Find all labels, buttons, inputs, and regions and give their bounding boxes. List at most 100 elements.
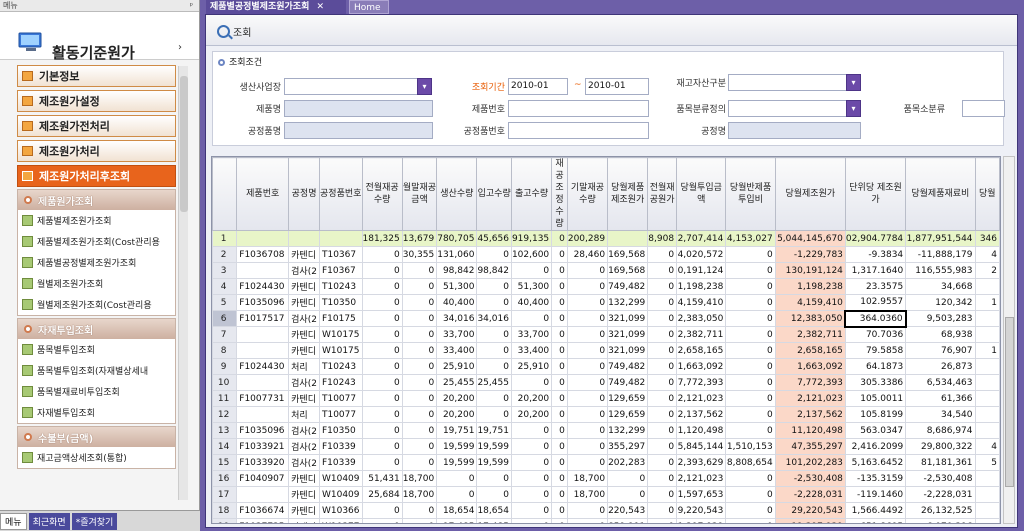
- sidebar-group-header[interactable]: 제품원가조회: [18, 190, 175, 210]
- table-cell[interactable]: 18,700: [566, 470, 609, 487]
- table-cell[interactable]: 처리: [288, 358, 320, 375]
- table-cell[interactable]: 321,099: [607, 310, 649, 327]
- table-cell[interactable]: 0: [551, 310, 568, 327]
- table-cell[interactable]: 0: [725, 342, 776, 359]
- table-cell[interactable]: 20,200: [510, 406, 553, 423]
- table-cell[interactable]: 0: [401, 374, 438, 391]
- table-cell[interactable]: 4,159,410: [774, 294, 846, 311]
- table-cell[interactable]: 1,663,092: [774, 358, 846, 375]
- column-header[interactable]: 당월투입금액: [676, 157, 727, 231]
- table-cell[interactable]: 132,299: [607, 422, 649, 439]
- table-cell[interactable]: 5: [974, 454, 1000, 471]
- row-number[interactable]: 4: [212, 278, 238, 295]
- table-cell[interactable]: 0: [647, 438, 678, 455]
- column-header[interactable]: 전월재공원가: [647, 157, 678, 231]
- table-row[interactable]: 16 F1040907 카텐디 W10409 51,431 18,700 0 0 0 0 18,70…: [212, 470, 1000, 487]
- table-cell[interactable]: 6,534,463: [905, 374, 976, 391]
- table-cell[interactable]: 0: [647, 262, 678, 279]
- table-cell[interactable]: 0: [725, 406, 776, 423]
- table-cell[interactable]: F1017517: [236, 310, 290, 327]
- table-cell[interactable]: 0: [647, 518, 678, 523]
- table-cell[interactable]: F10339: [318, 438, 363, 455]
- row-number[interactable]: 12: [212, 406, 238, 423]
- table-cell[interactable]: 25,455: [476, 374, 512, 391]
- row-number[interactable]: 15: [212, 454, 238, 471]
- table-cell[interactable]: 0: [566, 390, 609, 407]
- table-cell[interactable]: 0: [551, 262, 568, 279]
- table-cell[interactable]: 25,910: [510, 358, 553, 375]
- table-cell[interactable]: 0: [551, 230, 568, 247]
- table-cell[interactable]: 0: [436, 470, 478, 487]
- table-cell[interactable]: 11,397,939: [774, 518, 846, 523]
- table-cell[interactable]: 2: [974, 262, 1000, 279]
- table-cell[interactable]: 0: [510, 310, 553, 327]
- sidebar-subitem[interactable]: 제품별제조원가조회: [18, 210, 175, 231]
- table-cell[interactable]: 34,016: [476, 310, 512, 327]
- table-cell[interactable]: 0: [401, 454, 438, 471]
- table-cell[interactable]: 45,656: [476, 230, 512, 247]
- table-cell[interactable]: 0: [647, 310, 678, 327]
- column-header[interactable]: 당월반제품투입비: [725, 157, 776, 231]
- table-cell[interactable]: F1035096: [236, 422, 290, 439]
- column-header[interactable]: 공정명: [288, 157, 320, 231]
- grid-scroll-thumb[interactable]: [1005, 317, 1014, 487]
- table-cell[interactable]: [974, 358, 1000, 375]
- table-cell[interactable]: 0: [361, 326, 403, 343]
- table-cell[interactable]: 0: [551, 294, 568, 311]
- table-cell[interactable]: 9,503,283: [905, 310, 976, 327]
- row-number[interactable]: 18: [212, 502, 238, 519]
- table-cell[interactable]: 2,416.2099: [844, 438, 907, 455]
- site-dropdown-icon[interactable]: ▾: [417, 78, 432, 95]
- table-cell[interactable]: W10175: [318, 326, 363, 343]
- table-cell[interactable]: 0: [566, 310, 609, 327]
- table-cell[interactable]: 18,700: [401, 486, 438, 503]
- sidebar-subitem[interactable]: 재고금액상세조회(통합): [18, 447, 175, 468]
- table-cell[interactable]: 0: [476, 486, 512, 503]
- table-cell[interactable]: 0: [361, 406, 403, 423]
- row-number[interactable]: 9: [212, 358, 238, 375]
- table-cell[interactable]: 검사(2: [288, 374, 320, 391]
- sidebar-menu-4[interactable]: 제조원가처리후조회: [17, 165, 176, 187]
- row-number[interactable]: 17: [212, 486, 238, 503]
- table-cell[interactable]: 34,540: [905, 406, 976, 423]
- table-cell[interactable]: F1040907: [236, 470, 290, 487]
- table-cell[interactable]: 26,873: [905, 358, 976, 375]
- table-cell[interactable]: 2,383,050: [676, 310, 727, 327]
- table-cell[interactable]: 76,907: [905, 342, 976, 359]
- table-cell[interactable]: 8,808,654: [725, 454, 776, 471]
- row-number[interactable]: 8: [212, 342, 238, 359]
- sidebar-subitem[interactable]: 월별제조원가조회(Cost관리용: [18, 294, 175, 315]
- table-cell[interactable]: 0: [566, 374, 609, 391]
- table-cell[interactable]: 749,482: [607, 374, 649, 391]
- table-cell[interactable]: 364.0360: [844, 309, 907, 328]
- table-cell[interactable]: 0: [725, 470, 776, 487]
- sidebar-menu-0[interactable]: 기본정보: [17, 65, 176, 87]
- table-cell[interactable]: 26,132,525: [905, 502, 976, 519]
- row-number[interactable]: 19: [212, 518, 238, 523]
- row-number[interactable]: 13: [212, 422, 238, 439]
- table-cell[interactable]: 0: [551, 406, 568, 423]
- table-cell[interactable]: 0: [361, 438, 403, 455]
- table-cell[interactable]: 0: [476, 294, 512, 311]
- table-cell[interactable]: 0: [476, 406, 512, 423]
- table-cell[interactable]: 카텐디: [288, 278, 320, 295]
- table-row[interactable]: 12 처리 T10077 0 0 20,200 0 20,200 0 0 129,659 0 2,137…: [212, 406, 1000, 423]
- table-cell[interactable]: 0: [510, 438, 553, 455]
- table-cell[interactable]: [236, 342, 290, 359]
- table-cell[interactable]: 2,658,165: [774, 342, 846, 359]
- table-cell[interactable]: 0: [647, 406, 678, 423]
- table-cell[interactable]: 17,485: [436, 518, 478, 523]
- table-cell[interactable]: 34,016: [436, 310, 478, 327]
- table-cell[interactable]: 2,137,562: [774, 406, 846, 423]
- table-cell[interactable]: 0: [566, 278, 609, 295]
- asset-select[interactable]: [728, 74, 848, 91]
- table-cell[interactable]: [974, 390, 1000, 407]
- table-cell[interactable]: 0: [510, 422, 553, 439]
- table-cell[interactable]: [974, 374, 1000, 391]
- table-cell[interactable]: 0: [551, 342, 568, 359]
- table-cell[interactable]: 검사(2: [288, 454, 320, 471]
- table-cell[interactable]: 1,317.1640: [844, 262, 907, 279]
- table-cell[interactable]: 0: [725, 422, 776, 439]
- table-cell[interactable]: 321,099: [607, 326, 649, 343]
- table-cell[interactable]: 0: [551, 358, 568, 375]
